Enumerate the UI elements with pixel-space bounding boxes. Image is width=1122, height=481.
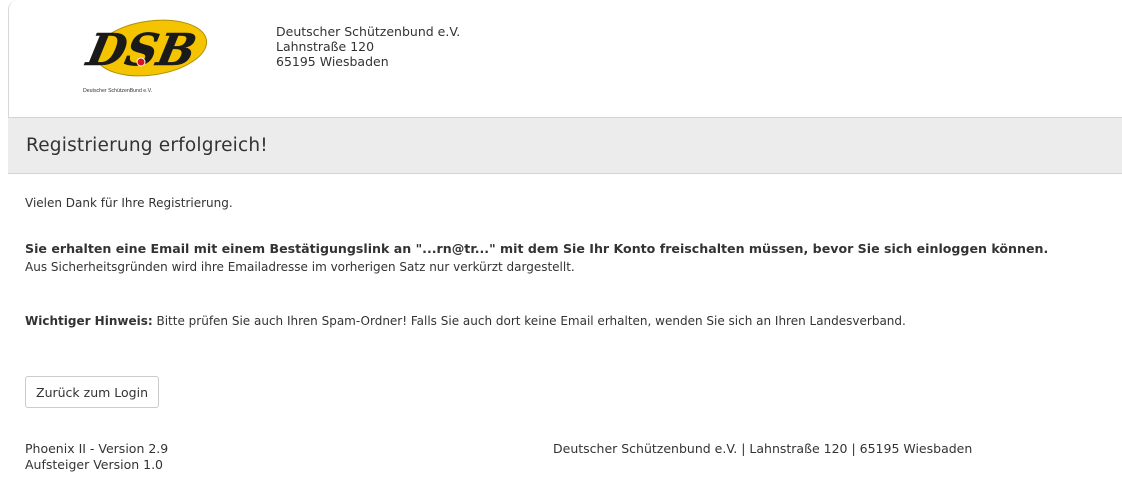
- sub-version-text: Aufsteiger Version 1.0: [25, 457, 164, 472]
- title-bar: Registrierung erfolgreich!: [8, 117, 1122, 174]
- version-text: Phoenix II - Version 2.9: [25, 441, 169, 456]
- footer-address: Deutscher Schützenbund e.V. | Lahnstraße…: [553, 441, 973, 456]
- org-name: Deutscher Schützenbund e.V.: [276, 24, 461, 39]
- back-to-login-button[interactable]: Zurück zum Login: [25, 376, 159, 408]
- footer-version: Phoenix II - Version 2.9 Aufsteiger Vers…: [25, 441, 168, 473]
- org-address: Deutscher Schützenbund e.V. Lahnstraße 1…: [276, 24, 460, 69]
- hint-text: Bitte prüfen Sie auch Ihren Spam-Ordner!…: [152, 314, 906, 328]
- svg-text:Deutscher SchützenBund e.V.: Deutscher SchützenBund e.V.: [83, 88, 152, 94]
- security-note: Aus Sicherheitsgründen wird ihre Emailad…: [25, 260, 575, 274]
- page-header: DSB Deutscher SchützenBund e.V. Deutsche…: [8, 0, 1122, 117]
- page-title: Registrierung erfolgreich!: [26, 135, 268, 156]
- dsb-logo: DSB Deutscher SchützenBund e.V.: [80, 19, 208, 94]
- thanks-text: Vielen Dank für Ihre Registrierung.: [25, 196, 233, 210]
- svg-text:DSB: DSB: [81, 24, 201, 75]
- important-hint: Wichtiger Hinweis: Bitte prüfen Sie auch…: [25, 313, 906, 329]
- org-street: Lahnstraße 120: [276, 39, 375, 54]
- email-notice: Sie erhalten eine Email mit einem Bestät…: [25, 241, 1049, 256]
- org-city: 65195 Wiesbaden: [276, 54, 389, 69]
- hint-label: Wichtiger Hinweis:: [25, 314, 153, 328]
